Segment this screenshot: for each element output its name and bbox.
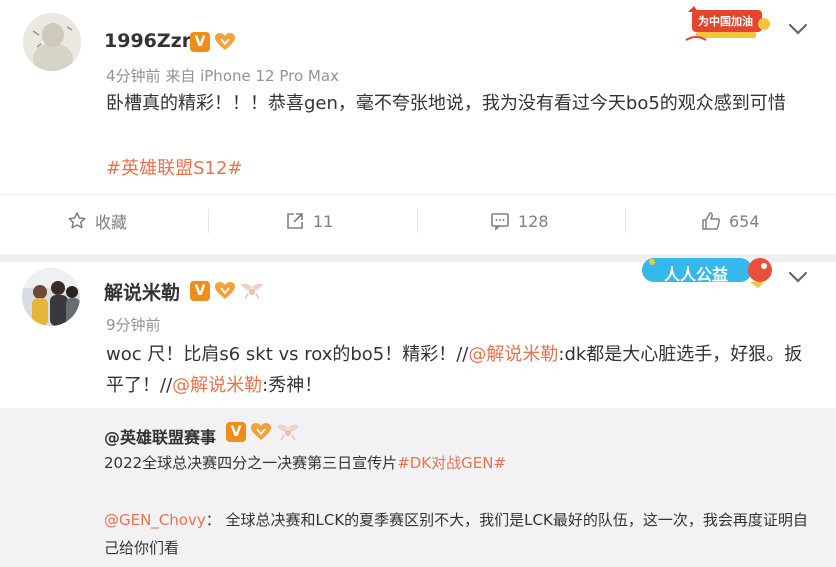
quoted-username[interactable]: @英雄联盟赛事 xyxy=(104,424,216,448)
hashtag-link[interactable]: #英雄联盟S12# xyxy=(106,158,243,179)
promo-banner[interactable]: 为中国加油 xyxy=(682,4,772,46)
star-icon xyxy=(68,212,86,229)
share-icon xyxy=(287,213,303,229)
heart-badge-icon xyxy=(215,33,235,50)
thumbs-up-icon xyxy=(702,212,721,230)
comment-button[interactable]: 128 xyxy=(490,195,549,247)
promo-banner[interactable]: 人人公益 xyxy=(638,252,776,290)
avatar[interactable] xyxy=(23,13,81,71)
post-time[interactable]: 4分钟前 来自 iPhone 12 Pro Max xyxy=(106,65,339,86)
wings-badge-icon xyxy=(241,283,263,300)
verified-badge: V xyxy=(190,32,210,52)
promo-label: 为中国加油 xyxy=(698,15,753,28)
repost-count: 11 xyxy=(313,211,334,231)
verified-badge: V xyxy=(226,422,246,442)
post-hashtag: #英雄联盟S12# xyxy=(106,153,243,184)
comment-icon xyxy=(491,213,509,231)
post-text: 卧槽真的精彩！！！恭喜gen，毫不夸张地说，我为没有看过今天bo5的观众感到可惜 xyxy=(106,93,786,114)
divider xyxy=(417,209,418,233)
heart-badge-icon xyxy=(251,423,271,440)
avatar[interactable] xyxy=(22,268,80,326)
heart-badge-icon xyxy=(215,282,235,299)
quoted-post[interactable]: @英雄联盟赛事 V 2022全球总决赛四分之一决赛第三日宣传片#DK对战GEN#… xyxy=(0,408,836,567)
quoted-text-line1: 2022全球总决赛四分之一决赛第三日宣传片#DK对战GEN# xyxy=(104,454,507,472)
promo-label: 人人公益 xyxy=(664,265,729,284)
post-text: woc 尺！比肩s6 skt vs rox的bo5！精彩！//@解说米勒:dk都… xyxy=(106,344,803,396)
mention-link[interactable]: @解说米勒 xyxy=(468,344,558,365)
favorite-button[interactable]: 收藏 xyxy=(67,195,127,247)
favorite-label: 收藏 xyxy=(95,213,128,232)
divider xyxy=(208,209,209,233)
username[interactable]: 解说米勒 xyxy=(104,278,180,305)
quoted-text-line2: @GEN_Chovy： 全球总决赛和LCK的夏季赛区别不大，我们是LCK最好的队… xyxy=(104,511,808,557)
chevron-down-icon[interactable] xyxy=(787,270,809,284)
divider xyxy=(625,209,626,233)
mention-link[interactable]: @解说米勒 xyxy=(172,375,262,396)
like-button[interactable]: 654 xyxy=(701,195,760,247)
wings-badge-icon xyxy=(277,424,299,441)
post-time[interactable]: 9分钟前 xyxy=(106,314,161,335)
action-bar: 收藏 11 128 654 xyxy=(0,194,836,246)
chevron-down-icon[interactable] xyxy=(787,22,809,36)
comment-count: 128 xyxy=(518,211,549,231)
like-count: 654 xyxy=(729,211,760,231)
repost-button[interactable]: 11 xyxy=(285,195,333,247)
mention-link[interactable]: @GEN_Chovy xyxy=(104,511,206,529)
hashtag-link[interactable]: #DK对战GEN# xyxy=(397,454,506,472)
username[interactable]: 1996Zzr xyxy=(104,30,191,52)
verified-badge: V xyxy=(190,281,210,301)
